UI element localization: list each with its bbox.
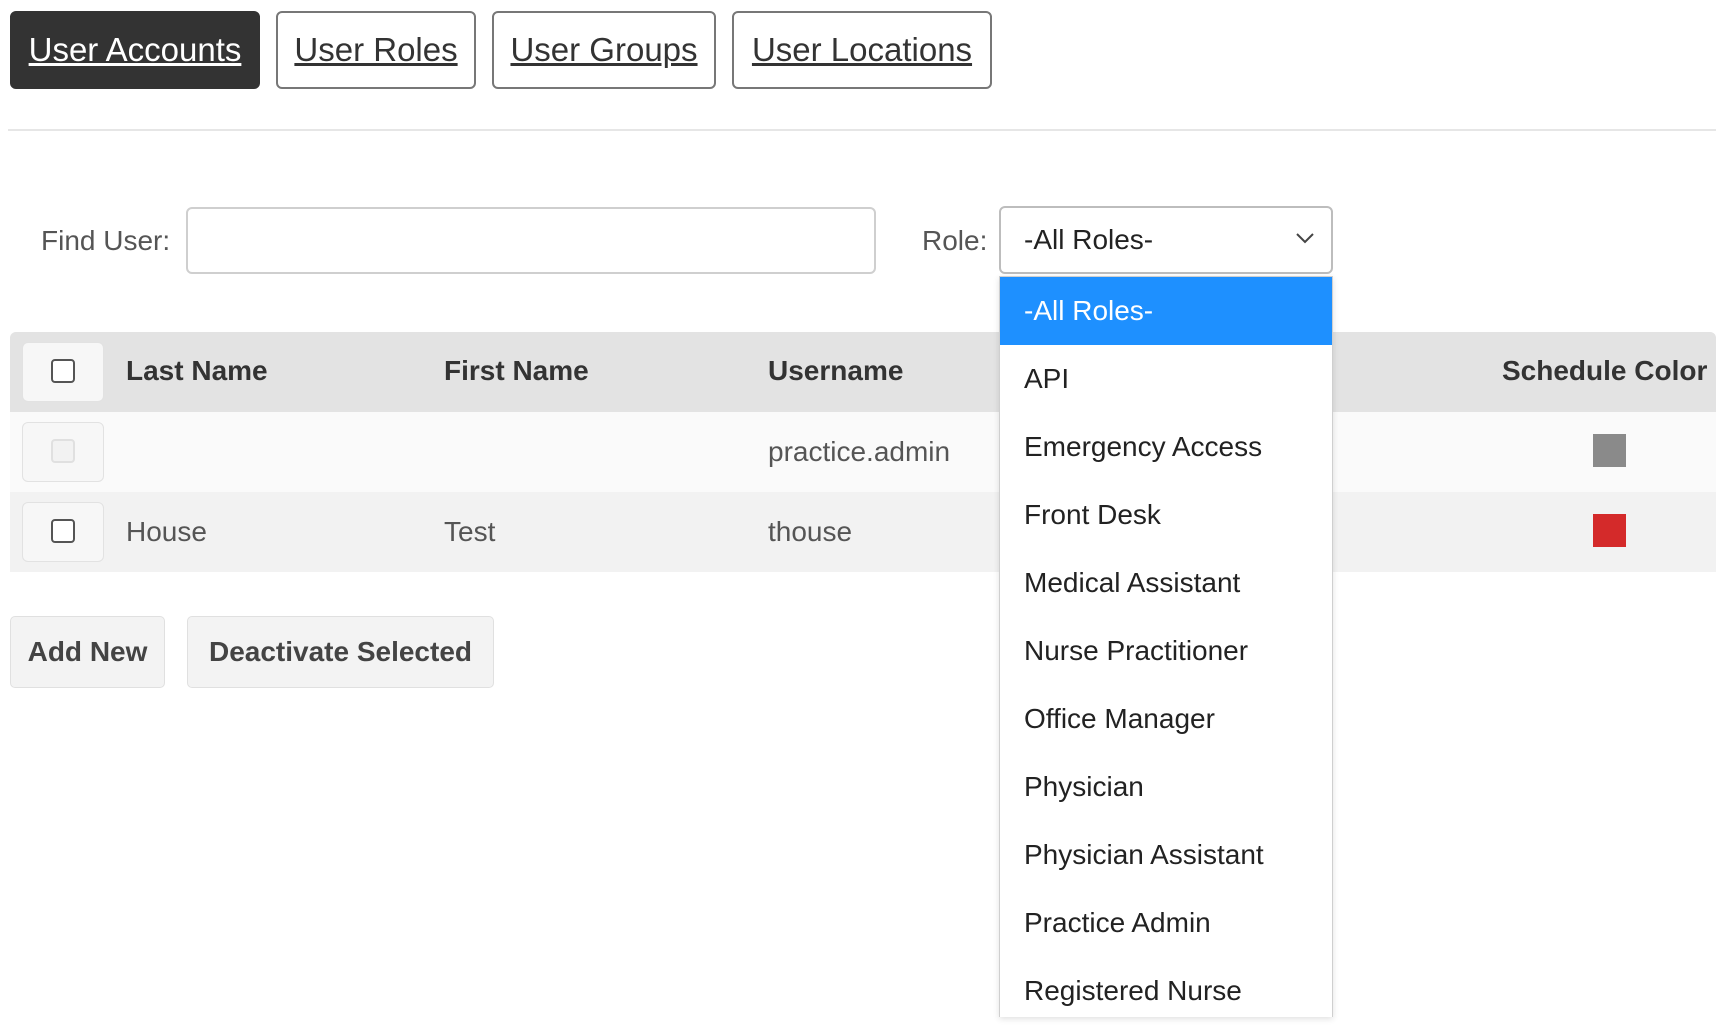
row-select-cell [22,502,104,562]
first-name-cell: Test [444,516,496,547]
add-new-button[interactable]: Add New [10,616,165,688]
deactivate-selected-button[interactable]: Deactivate Selected [187,616,494,688]
role-option[interactable]: Front Desk [1000,481,1332,549]
role-select[interactable]: -All Roles- [999,206,1333,274]
schedule-color-swatch [1593,514,1626,547]
table-row[interactable]: practice.admin [10,412,1716,492]
tab-user-locations[interactable]: User Locations [732,11,992,89]
role-option[interactable]: Medical Assistant [1000,549,1332,617]
chevron-down-icon [1296,233,1314,244]
role-select-value: -All Roles- [1024,224,1154,255]
role-option[interactable]: Practice Admin [1000,889,1332,957]
select-all-cell [22,342,104,402]
tab-user-accounts[interactable]: User Accounts [10,11,260,89]
role-label: Role: [922,225,988,256]
find-user-label: Find User: [41,225,171,256]
row-select-cell [22,422,104,482]
column-header-first-name[interactable]: First Name [444,355,589,387]
schedule-color-swatch [1593,434,1626,467]
role-option[interactable]: Physician [1000,753,1332,821]
row-checkbox [51,439,75,463]
row-checkbox[interactable] [51,519,75,543]
username-cell: practice.admin [768,436,951,467]
role-option[interactable]: Registered Nurse [1000,957,1332,1025]
last-name-cell: House [126,516,207,547]
table-header-row: Last Name First Name Username Schedule C… [10,332,1716,412]
username-cell: thouse [768,516,853,547]
column-header-schedule-color[interactable]: Schedule Color [1502,355,1707,387]
column-header-username[interactable]: Username [768,355,903,387]
tab-user-groups[interactable]: User Groups [492,11,716,89]
role-option[interactable]: Nurse Practitioner [1000,617,1332,685]
role-option[interactable]: API [1000,345,1332,413]
role-option[interactable]: Physician Assistant [1000,821,1332,889]
column-header-last-name[interactable]: Last Name [126,355,268,387]
section-divider [8,129,1716,131]
select-all-checkbox[interactable] [51,359,75,383]
find-user-input[interactable] [186,207,876,274]
tab-user-roles[interactable]: User Roles [276,11,476,89]
role-option[interactable]: Emergency Access [1000,413,1332,481]
role-option[interactable]: Office Manager [1000,685,1332,753]
users-table: Last Name First Name Username Schedule C… [10,332,1716,572]
role-option[interactable]: -All Roles- [1000,277,1332,345]
table-row[interactable]: House Test thouse [10,492,1716,572]
role-dropdown-list: -All Roles- API Emergency Access Front Desk… [999,276,1333,1017]
